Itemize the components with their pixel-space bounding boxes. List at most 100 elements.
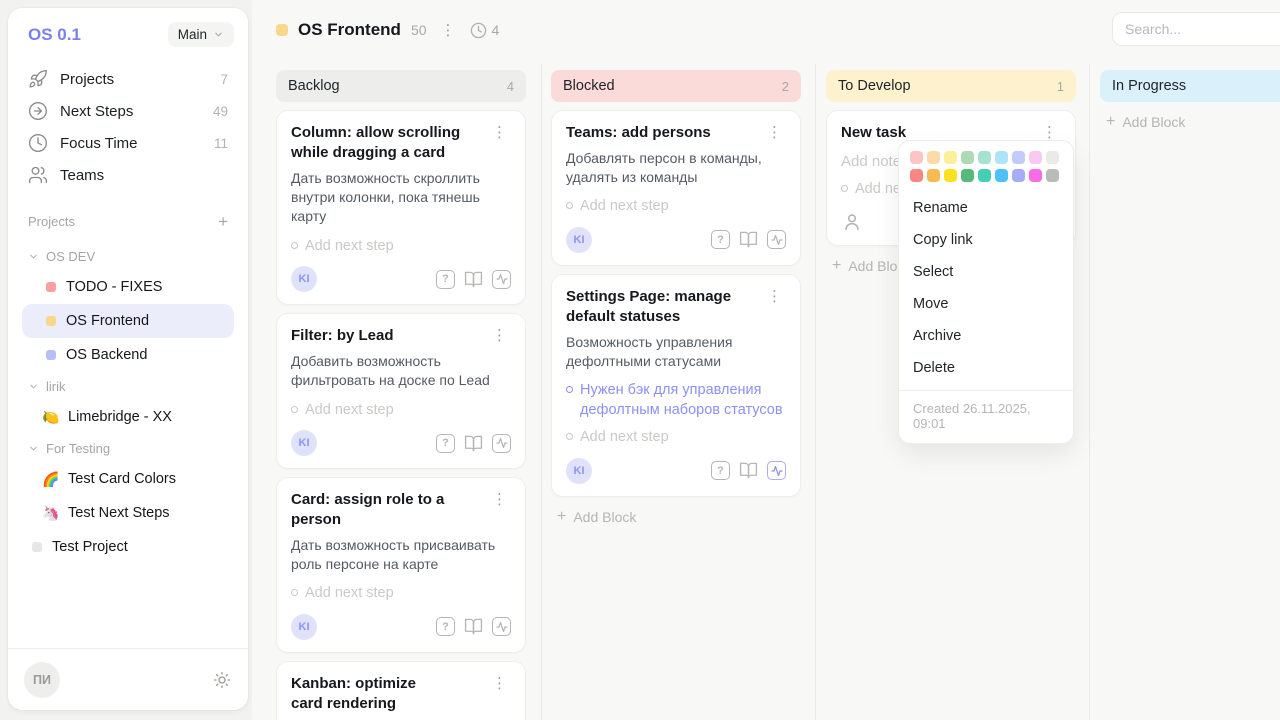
color-swatch[interactable] xyxy=(1046,169,1059,182)
project-os-backend[interactable]: OS Backend xyxy=(22,338,234,372)
project-test-project[interactable]: Test Project xyxy=(22,530,234,564)
color-swatch[interactable] xyxy=(927,169,940,182)
search-input[interactable] xyxy=(1112,12,1280,46)
user-avatar[interactable]: ПИ xyxy=(24,662,60,698)
color-swatch[interactable] xyxy=(995,169,1008,182)
question-icon[interactable]: ? xyxy=(436,270,455,289)
add-next-step[interactable]: Add next step xyxy=(291,237,511,257)
project-test-next-steps[interactable]: 🦄 Test Next Steps xyxy=(22,496,234,530)
sidebar-item-teams[interactable]: Teams xyxy=(22,159,234,191)
project-os-frontend[interactable]: OS Frontend xyxy=(22,304,234,338)
column-header[interactable]: Blocked 2 xyxy=(551,70,801,102)
assignee-avatar[interactable]: KI xyxy=(291,266,317,292)
assignee-avatar[interactable]: KI xyxy=(291,614,317,640)
board-card-count: 50 xyxy=(411,22,427,38)
card-menu-icon[interactable]: ⋮ xyxy=(488,490,511,509)
color-swatch[interactable] xyxy=(944,169,957,182)
activity-icon[interactable] xyxy=(492,434,511,453)
question-icon[interactable]: ? xyxy=(711,461,730,480)
board-menu-icon[interactable]: ⋮ xyxy=(437,21,460,40)
color-swatch[interactable] xyxy=(978,151,991,164)
color-swatch[interactable] xyxy=(1012,151,1025,164)
menu-item-delete[interactable]: Delete xyxy=(899,352,1073,384)
column-name: To Develop xyxy=(838,78,911,94)
menu-item-rename[interactable]: Rename xyxy=(899,192,1073,224)
color-swatch[interactable] xyxy=(910,169,923,182)
sidebar-item-focus-time[interactable]: Focus Time 11 xyxy=(22,127,234,159)
color-swatch[interactable] xyxy=(978,169,991,182)
color-swatch[interactable] xyxy=(910,151,923,164)
add-next-step[interactable]: Add next step xyxy=(291,401,511,421)
activity-icon[interactable] xyxy=(767,461,786,480)
kanban-card[interactable]: Teams: add persons ⋮ Добавлять персон в … xyxy=(551,110,801,266)
question-icon[interactable]: ? xyxy=(436,617,455,636)
group-for-testing[interactable]: For Testing xyxy=(22,434,234,462)
activity-icon[interactable] xyxy=(492,270,511,289)
add-block-button[interactable]: + Add Block xyxy=(551,509,801,525)
column-blocked: Blocked 2 Teams: add persons ⋮ Добавлять… xyxy=(551,70,801,525)
activity-icon[interactable] xyxy=(767,230,786,249)
book-icon[interactable] xyxy=(464,434,483,453)
color-swatch[interactable] xyxy=(1046,151,1059,164)
card-description: Возможность управления дефолтными статус… xyxy=(566,333,786,372)
color-swatch[interactable] xyxy=(944,151,957,164)
color-swatch[interactable] xyxy=(995,151,1008,164)
assignee-avatar[interactable]: KI xyxy=(566,458,592,484)
book-icon[interactable] xyxy=(739,461,758,480)
color-swatch[interactable] xyxy=(1012,169,1025,182)
column-header[interactable]: In Progress xyxy=(1100,70,1280,102)
kanban-card[interactable]: Filter: by Lead ⋮ Добавить возможность ф… xyxy=(276,313,526,469)
add-block-button[interactable]: + Add Block xyxy=(1100,114,1280,130)
book-icon[interactable] xyxy=(739,230,758,249)
focus-time-indicator[interactable]: 4 xyxy=(470,22,500,39)
kanban-card[interactable]: Card: assign role to a person ⋮ Дать воз… xyxy=(276,477,526,653)
add-next-step[interactable]: Add next step xyxy=(566,428,786,448)
kanban-card[interactable]: Kanban: optimize card rendering ⋮ Next s… xyxy=(276,661,526,720)
kanban-card[interactable]: Column: allow scrolling while dragging a… xyxy=(276,110,526,305)
color-swatch[interactable] xyxy=(927,151,940,164)
card-menu-icon[interactable]: ⋮ xyxy=(488,674,511,693)
project-limebridge[interactable]: 🍋 Limebridge - XX xyxy=(22,400,234,434)
menu-item-move[interactable]: Move xyxy=(899,288,1073,320)
add-project-button[interactable]: + xyxy=(218,213,228,230)
project-test-card-colors[interactable]: 🌈 Test Card Colors xyxy=(22,462,234,496)
next-step-item[interactable]: Нужен бэк для управления дефолтным набор… xyxy=(566,381,786,420)
card-menu-icon[interactable]: ⋮ xyxy=(763,287,786,306)
plus-icon: + xyxy=(557,509,566,525)
board-area: OS Frontend 50 ⋮ 4 Backlog 4 Column: all… xyxy=(252,0,1280,720)
sidebar-item-projects[interactable]: Projects 7 xyxy=(22,63,234,95)
question-icon[interactable]: ? xyxy=(711,230,730,249)
card-menu-icon[interactable]: ⋮ xyxy=(488,326,511,345)
menu-item-select[interactable]: Select xyxy=(899,256,1073,288)
book-icon[interactable] xyxy=(464,617,483,636)
card-title: Teams: add persons xyxy=(566,123,717,143)
menu-item-archive[interactable]: Archive xyxy=(899,320,1073,352)
column-header[interactable]: To Develop 1 xyxy=(826,70,1076,102)
column-header[interactable]: Backlog 4 xyxy=(276,70,526,102)
kanban-card[interactable]: Settings Page: manage default statuses ⋮… xyxy=(551,274,801,497)
theme-toggle-button[interactable] xyxy=(212,670,232,690)
group-os-dev[interactable]: OS DEV xyxy=(22,242,234,270)
step-circle-icon xyxy=(291,406,298,413)
color-swatch[interactable] xyxy=(1029,151,1042,164)
question-icon[interactable]: ? xyxy=(436,434,455,453)
assignee-avatar[interactable]: KI xyxy=(566,227,592,253)
menu-item-copy-link[interactable]: Copy link xyxy=(899,224,1073,256)
color-swatch[interactable] xyxy=(961,151,974,164)
book-icon[interactable] xyxy=(464,270,483,289)
add-next-step[interactable]: Add next step xyxy=(566,197,786,217)
color-swatch[interactable] xyxy=(961,169,974,182)
sidebar-item-next-steps[interactable]: Next Steps 49 xyxy=(22,95,234,127)
project-todo-fixes[interactable]: TODO - FIXES xyxy=(22,270,234,304)
chevron-down-icon xyxy=(28,251,39,262)
color-swatch[interactable] xyxy=(1029,169,1042,182)
assign-person-icon[interactable] xyxy=(841,211,863,233)
group-lirik[interactable]: lirik xyxy=(22,372,234,400)
card-menu-icon[interactable]: ⋮ xyxy=(488,123,511,142)
assignee-avatar[interactable]: KI xyxy=(291,430,317,456)
workspace-switcher[interactable]: Main xyxy=(168,22,234,47)
add-next-step[interactable]: Add next step xyxy=(291,584,511,604)
activity-icon[interactable] xyxy=(492,617,511,636)
card-menu-icon[interactable]: ⋮ xyxy=(763,123,786,142)
nav-count: 7 xyxy=(220,72,228,87)
